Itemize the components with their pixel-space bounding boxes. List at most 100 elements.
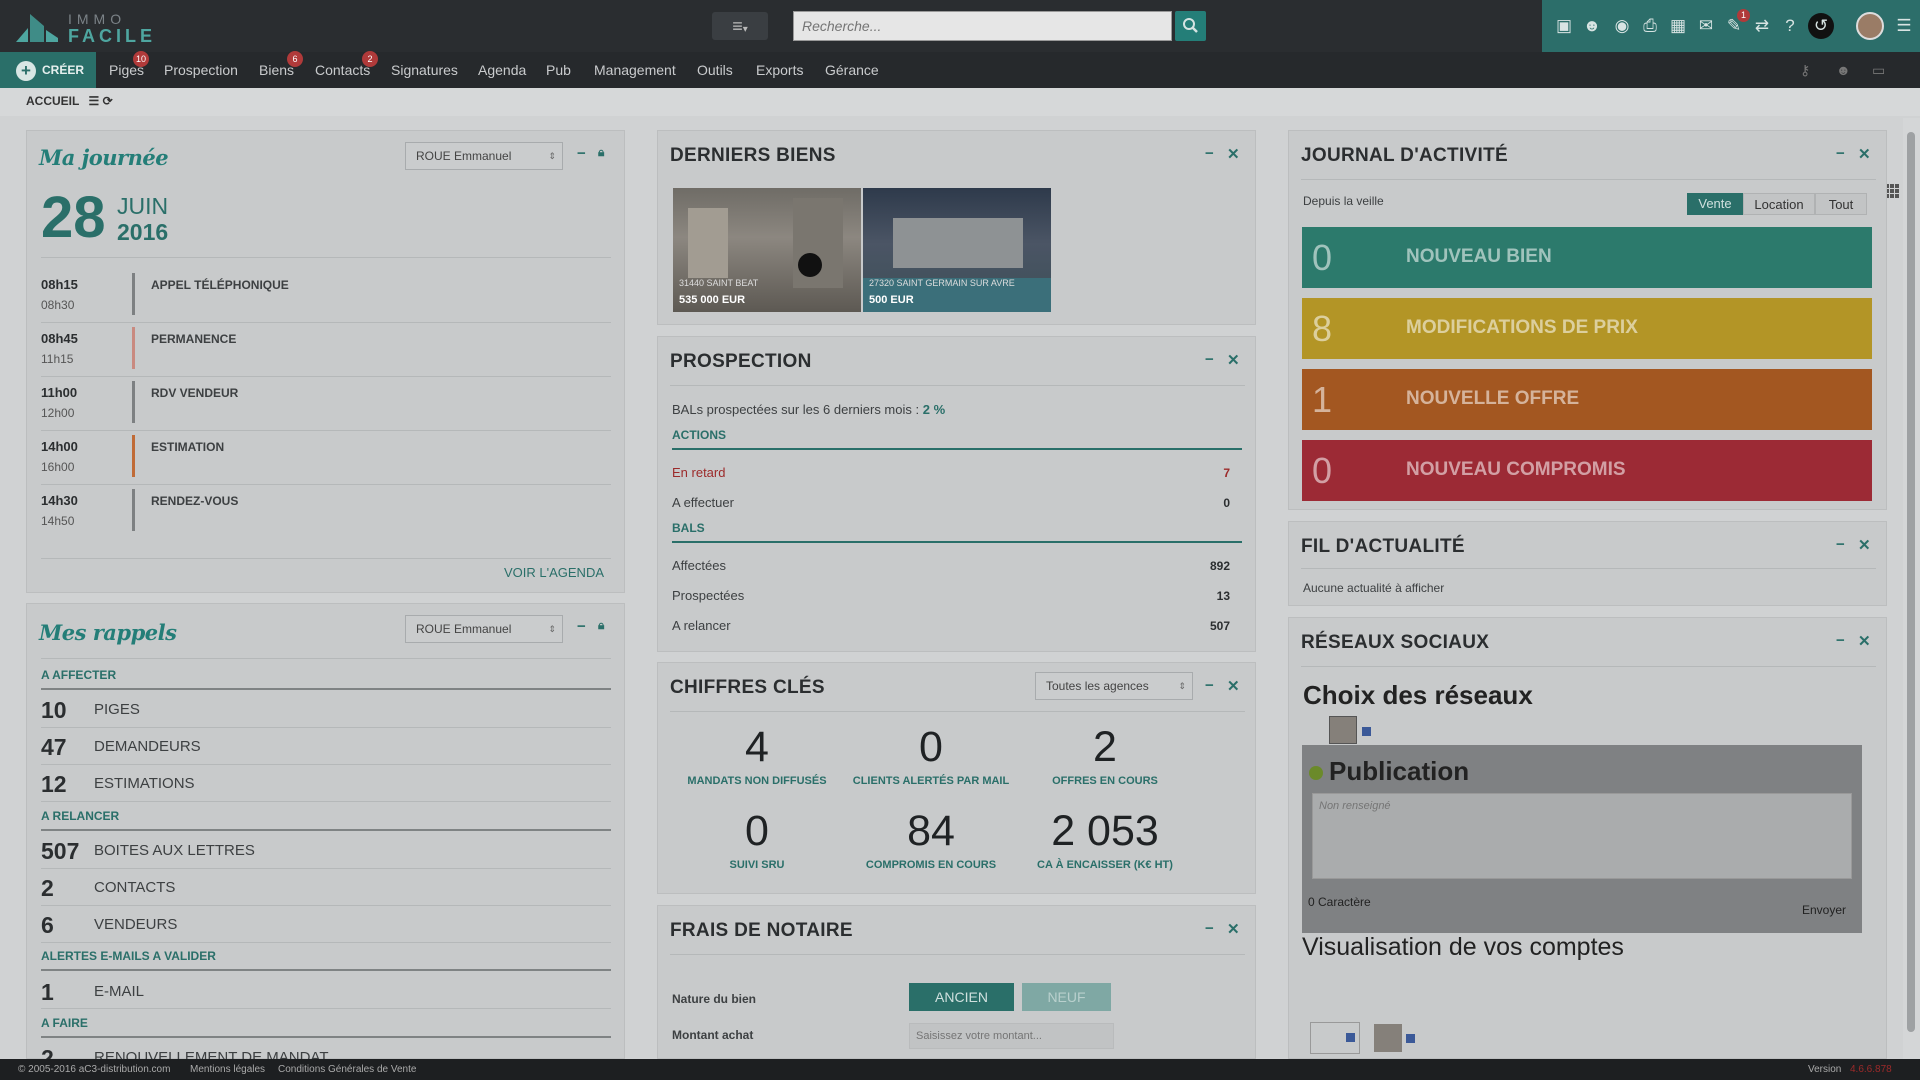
kpi-label[interactable]: CLIENTS ALERTÉS PAR MAIL [844, 775, 1018, 787]
user-avatar[interactable] [1856, 12, 1884, 40]
nav-pub[interactable]: Pub [546, 52, 571, 88]
nav-exports[interactable]: Exports [756, 52, 803, 88]
minimize-icon[interactable]: − [1836, 632, 1845, 649]
prospection-title: PROSPECTION [670, 351, 812, 372]
minimize-icon[interactable]: − [1205, 677, 1214, 694]
fil-empty-message: Aucune actualité à afficher [1303, 581, 1445, 595]
create-button[interactable]: + CRÉER [0, 52, 96, 88]
event-start: 11h00 [41, 385, 78, 400]
page-scrollbar[interactable] [1903, 118, 1920, 1059]
nav-gerance[interactable]: Gérance [825, 52, 879, 88]
user-icon[interactable]: ☻ [1836, 62, 1851, 78]
footer-cgv-link[interactable]: Conditions Générales de Vente [278, 1059, 416, 1080]
publication-message-input[interactable] [1312, 793, 1852, 879]
kpi-label[interactable]: CA À ENCAISSER (K€ HT) [1018, 859, 1192, 871]
close-icon[interactable]: ✕ [1858, 632, 1871, 650]
property-card[interactable]: 31440 SAINT BEAT 535 000 EUR [673, 188, 861, 312]
minimize-icon[interactable]: − [1205, 145, 1214, 162]
kpi-label[interactable]: MANDATS NON DIFFUSÉS [670, 775, 844, 787]
close-icon[interactable]: ✕ [1227, 677, 1240, 695]
lock-icon[interactable]: 🔒︎ [598, 618, 604, 633]
account-avatar[interactable] [1374, 1024, 1402, 1052]
montant-label: Montant achat [672, 1028, 754, 1042]
journal-row-label: MODIFICATIONS DE PRIX [1406, 317, 1638, 338]
calculator-icon[interactable]: ▦ [1668, 16, 1688, 36]
database-icon[interactable]: ☰ [88, 94, 99, 108]
grid-icon[interactable] [1885, 184, 1899, 198]
close-icon[interactable]: ✕ [1227, 920, 1240, 938]
event-color-bar [132, 489, 135, 531]
globe-icon[interactable]: ◉ [1612, 16, 1632, 36]
close-icon[interactable]: ✕ [1858, 145, 1871, 163]
search-button[interactable] [1175, 11, 1206, 41]
tab-vente[interactable]: Vente [1687, 193, 1743, 215]
minimize-icon[interactable]: − [1205, 920, 1214, 937]
refresh-icon[interactable]: ⟳ [103, 94, 113, 108]
nav-agenda[interactable]: Agenda [478, 52, 526, 88]
send-button[interactable]: Envoyer [1802, 903, 1846, 917]
immofacile-logo[interactable]: IMMO FACILE [14, 8, 152, 46]
scrollbar-thumb[interactable] [1907, 132, 1915, 1032]
bals-section-title: BALS [672, 521, 705, 535]
screen-icon[interactable]: ▭ [1872, 62, 1885, 79]
book-icon[interactable]: ▣ [1554, 16, 1574, 36]
journal-row-nouvelle-offre[interactable]: 1 NOUVELLE OFFRE [1302, 369, 1872, 430]
help-icon[interactable]: ? [1780, 16, 1800, 36]
close-icon[interactable]: ✕ [1227, 145, 1240, 163]
nav-signatures[interactable]: Signatures [391, 52, 458, 88]
rappel-count: 507 [41, 838, 80, 864]
kpi-value: 0 [745, 807, 769, 855]
list-menu-icon[interactable]: ☰ [1894, 16, 1914, 36]
kpi-value: 84 [907, 807, 955, 855]
kpi-label[interactable]: OFFRES EN COURS [1018, 775, 1192, 787]
account-avatar[interactable] [1329, 716, 1357, 744]
nav-prospection[interactable]: Prospection [164, 52, 238, 88]
voir-agenda-link[interactable]: VOIR L'AGENDA [504, 565, 604, 580]
search-input[interactable] [793, 11, 1172, 41]
journal-row-modifications-prix[interactable]: 8 MODIFICATIONS DE PRIX [1302, 298, 1872, 359]
key-icon[interactable]: ⚷ [1800, 62, 1810, 79]
bals-value: 13 [1216, 589, 1230, 603]
minimize-icon[interactable]: − [1836, 145, 1845, 162]
rappel-label: E-MAIL [94, 983, 145, 1000]
minimize-icon[interactable]: − [577, 618, 586, 635]
mes-rappels-user-select[interactable]: ROUE Emmanuel ⇕ [405, 615, 563, 643]
logout-icon[interactable]: ↺ [1808, 13, 1834, 39]
action-label[interactable]: A effectuer [672, 495, 734, 510]
transfer-icon[interactable]: ⇄ [1752, 16, 1772, 36]
event-color-bar [132, 435, 135, 477]
tab-location[interactable]: Location [1743, 193, 1815, 215]
nav-outils[interactable]: Outils [697, 52, 733, 88]
neuf-button[interactable]: NEUF [1022, 983, 1111, 1011]
kpi-label[interactable]: COMPROMIS EN COURS [844, 859, 1018, 871]
users-icon[interactable]: ☻ [1582, 16, 1602, 36]
close-icon[interactable]: ✕ [1227, 351, 1240, 369]
footer-legal-link[interactable]: Mentions légales [190, 1059, 265, 1080]
ancien-button[interactable]: ANCIEN [909, 983, 1014, 1011]
kpi-value: 2 053 [1051, 807, 1159, 855]
print-icon[interactable]: ⎙ [1640, 16, 1660, 36]
bals-label[interactable]: Prospectées [672, 588, 744, 603]
action-label[interactable]: En retard [672, 465, 725, 480]
agency-select[interactable]: Toutes les agences ⇕ [1035, 672, 1193, 700]
divider [670, 954, 1245, 955]
property-card[interactable]: 27320 SAINT GERMAIN SUR AVRE 500 EUR [863, 188, 1051, 312]
minimize-icon[interactable]: − [1205, 351, 1214, 368]
account-thumb[interactable] [1310, 1022, 1360, 1054]
bals-label[interactable]: A relancer [672, 618, 731, 633]
close-icon[interactable]: ✕ [1858, 536, 1871, 554]
minimize-icon[interactable]: − [577, 145, 586, 162]
journal-row-nouveau-bien[interactable]: 0 NOUVEAU BIEN [1302, 227, 1872, 288]
journal-row-nouveau-compromis[interactable]: 0 NOUVEAU COMPROMIS [1302, 440, 1872, 501]
kpi-label[interactable]: SUIVI SRU [670, 859, 844, 871]
mail-icon[interactable]: ✉ [1696, 16, 1716, 36]
bals-label[interactable]: Affectées [672, 558, 726, 573]
montant-input[interactable] [909, 1023, 1114, 1049]
minimize-icon[interactable]: − [1836, 536, 1845, 553]
menu-toggle-button[interactable]: ≡▾ [712, 12, 768, 40]
lock-icon[interactable]: 🔒︎ [598, 145, 604, 160]
fil-actualite-title: FIL D'ACTUALITÉ [1301, 536, 1465, 557]
ma-journee-user-select[interactable]: ROUE Emmanuel ⇕ [405, 142, 563, 170]
nav-management[interactable]: Management [594, 52, 676, 88]
tab-tout[interactable]: Tout [1815, 193, 1867, 215]
